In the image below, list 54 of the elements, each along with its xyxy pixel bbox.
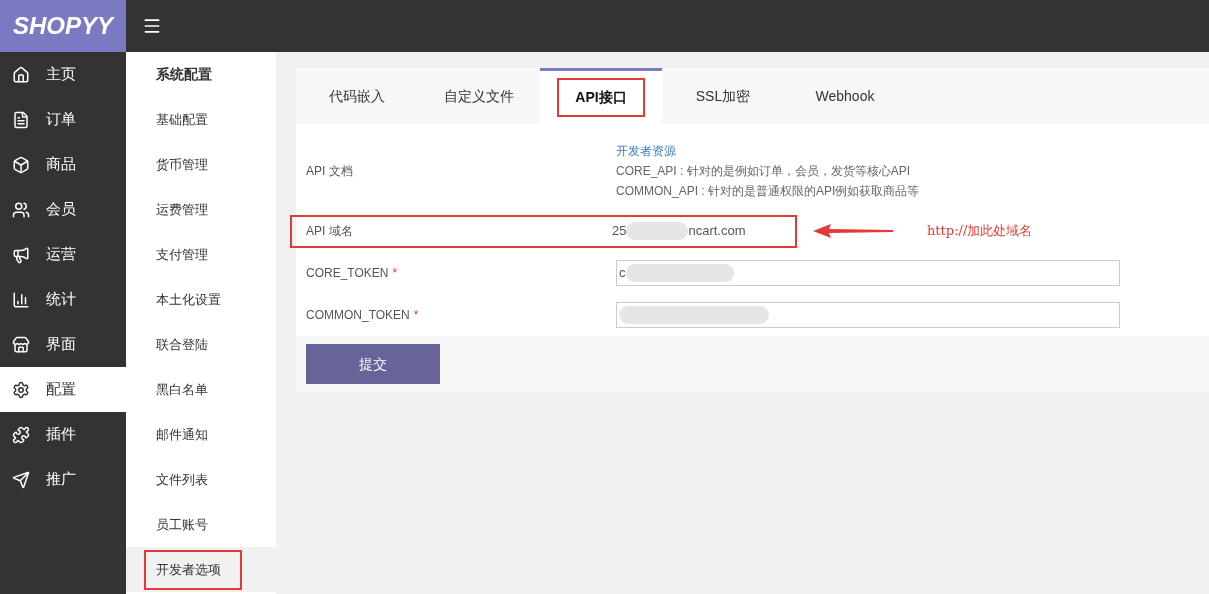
nav-item[interactable]: 推广 bbox=[0, 457, 126, 502]
developer-resources-link[interactable]: 开发者资源 bbox=[616, 141, 920, 161]
logo[interactable]: SHOPYY bbox=[0, 0, 126, 52]
box-icon bbox=[12, 155, 30, 174]
redaction-blur bbox=[626, 222, 689, 240]
tab[interactable]: 自定义文件 bbox=[418, 68, 540, 124]
document-icon bbox=[12, 110, 30, 129]
nav-item[interactable]: 会员 bbox=[0, 187, 126, 232]
submenu-item[interactable]: 本土化设置 bbox=[144, 279, 233, 320]
bar-chart-icon bbox=[12, 290, 30, 309]
submenu-item[interactable]: 货币管理 bbox=[144, 144, 220, 185]
users-icon bbox=[12, 200, 30, 219]
submenu-item[interactable]: 联合登陆 bbox=[144, 324, 220, 365]
nav-item[interactable]: 配置 bbox=[0, 367, 126, 412]
home-icon bbox=[12, 65, 30, 84]
paper-plane-icon bbox=[12, 470, 30, 489]
submenu-item[interactable]: 员工账号 bbox=[144, 504, 220, 545]
submenu-item[interactable]: 开发者选项 bbox=[144, 549, 242, 590]
field-label: COMMON_TOKEN bbox=[306, 307, 410, 324]
tab[interactable]: 代码嵌入 bbox=[296, 68, 418, 124]
nav-item[interactable]: 统计 bbox=[0, 277, 126, 322]
submenu-item[interactable]: 邮件通知 bbox=[144, 414, 220, 455]
tab[interactable]: SSL加密 bbox=[662, 68, 784, 124]
puzzle-icon bbox=[12, 425, 30, 444]
submenu-item[interactable]: 文件列表 bbox=[144, 459, 220, 500]
token-field[interactable]: c bbox=[616, 260, 1120, 286]
settings-icon bbox=[12, 380, 30, 399]
domain-value: 25 bbox=[612, 222, 627, 241]
required-mark: * bbox=[413, 307, 419, 324]
doc-line: CORE_API : 针对的是例如订单，会员，发货等核心API bbox=[616, 163, 912, 180]
megaphone-icon bbox=[12, 245, 30, 264]
nav-item[interactable]: 订单 bbox=[0, 97, 126, 142]
required-mark: * bbox=[392, 265, 398, 282]
submenu-item[interactable]: 运费管理 bbox=[144, 189, 220, 230]
doc-line: COMMON_API : 针对的是普通权限的API例如获取商品等 bbox=[616, 183, 920, 200]
token-field[interactable] bbox=[616, 302, 1120, 328]
field-label: CORE_TOKEN bbox=[306, 265, 389, 282]
annotation-text: http://加此处域名 bbox=[927, 222, 1033, 241]
store-icon bbox=[12, 335, 30, 354]
domain-value: ncart.com bbox=[688, 222, 746, 241]
tab[interactable]: API接口 bbox=[540, 68, 662, 124]
nav-item[interactable]: 运营 bbox=[0, 232, 126, 277]
field-label: API 域名 bbox=[305, 223, 354, 240]
submenu-title: 系统配置 bbox=[155, 65, 213, 84]
nav-item[interactable]: 界面 bbox=[0, 322, 126, 367]
nav-item[interactable]: 插件 bbox=[0, 412, 126, 457]
submit-button[interactable]: 提交 bbox=[306, 344, 440, 384]
submenu-item[interactable]: 基础配置 bbox=[144, 99, 220, 140]
field-label: API 文档 bbox=[305, 163, 354, 180]
tab[interactable]: Webhook bbox=[784, 68, 906, 124]
nav-item[interactable]: 主页 bbox=[0, 52, 126, 97]
submenu-item[interactable]: 支付管理 bbox=[144, 234, 220, 275]
submenu-item[interactable]: 黑白名单 bbox=[144, 369, 220, 410]
nav-item[interactable]: 商品 bbox=[0, 142, 126, 187]
